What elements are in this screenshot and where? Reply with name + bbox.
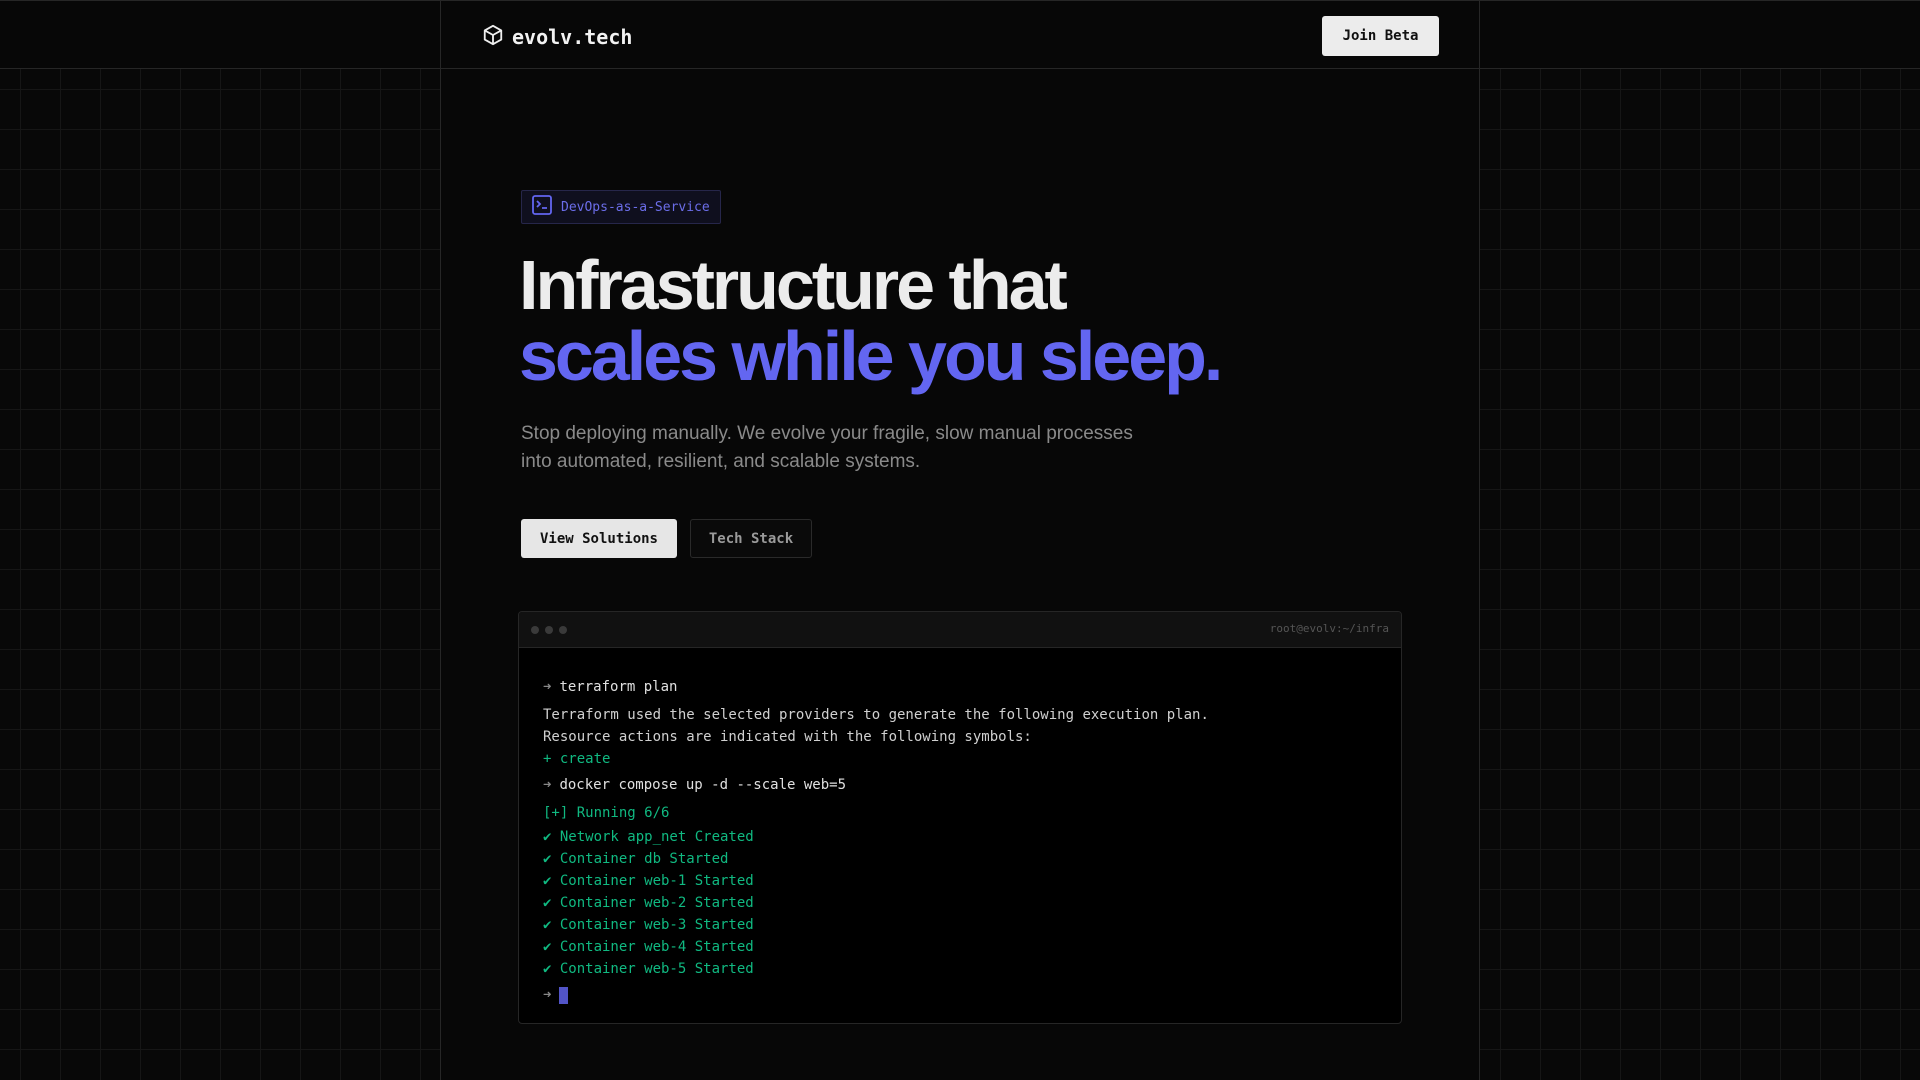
background-grid-left [0, 69, 441, 1080]
output-line: [+] Running 6/6 [543, 805, 670, 821]
output-line: ✔ Container web-2 Started [543, 895, 754, 911]
command-text: terraform plan [559, 679, 678, 695]
terminal-titlebar: root@evolv:~/infra [519, 612, 1401, 648]
terminal-window: root@evolv:~/infra ➜ terraform plan Terra… [518, 611, 1402, 1024]
container-border-right [1479, 0, 1480, 1080]
join-beta-button[interactable]: Join Beta [1322, 16, 1439, 56]
terminal-output: ➜ terraform plan Terraform used the selec… [519, 648, 1401, 1006]
hero-title: Infrastructure that scales while you sle… [519, 246, 1223, 395]
top-nav: evolv.tech Join Beta [0, 0, 1920, 69]
hero-title-line1: Infrastructure that [519, 246, 1068, 324]
output-line: ✔ Container web-4 Started [543, 939, 754, 955]
prompt-arrow-icon: ➜ [543, 777, 552, 793]
brand-logo[interactable]: evolv.tech [482, 23, 632, 51]
cube-icon [482, 23, 504, 51]
output-line: ✔ Container db Started [543, 851, 729, 867]
output-line: + create [543, 751, 611, 767]
hero-title-line2: scales while you sleep. [519, 317, 1223, 395]
tech-stack-button[interactable]: Tech Stack [690, 519, 812, 558]
cursor [559, 986, 569, 1004]
view-solutions-button[interactable]: View Solutions [521, 519, 677, 558]
window-dot-icon [531, 626, 539, 634]
output-line: ✔ Container web-1 Started [543, 873, 754, 889]
output-line: ✔ Container web-3 Started [543, 917, 754, 933]
output-line: ✔ Container web-5 Started [543, 961, 754, 977]
window-dot-icon [559, 626, 567, 634]
window-dot-icon [545, 626, 553, 634]
background-grid-right [1480, 69, 1920, 1080]
output-line: Terraform used the selected providers to… [543, 707, 1209, 723]
terminal-command: ➜ docker compose up -d --scale web=5 [543, 774, 1401, 796]
terminal-command: ➜ terraform plan [543, 676, 1401, 698]
container-border-left [440, 0, 441, 1080]
hero-subtitle: Stop deploying manually. We evolve your … [521, 423, 1133, 472]
prompt-arrow-icon: ➜ [543, 987, 552, 1003]
output-line: ✔ Network app_net Created [543, 829, 754, 845]
prompt-arrow-icon: ➜ [543, 679, 552, 695]
service-badge: DevOps-as-a-Service [521, 190, 721, 224]
command-text: docker compose up -d --scale web=5 [559, 777, 847, 793]
terminal-path: root@evolv:~/infra [1269, 622, 1389, 635]
brand-name: evolv.tech [512, 25, 633, 49]
badge-label: DevOps-as-a-Service [561, 199, 710, 215]
terminal-prompt[interactable]: ➜ [543, 984, 1401, 1006]
output-line: Resource actions are indicated with the … [543, 729, 1032, 745]
terminal-icon [532, 195, 552, 219]
